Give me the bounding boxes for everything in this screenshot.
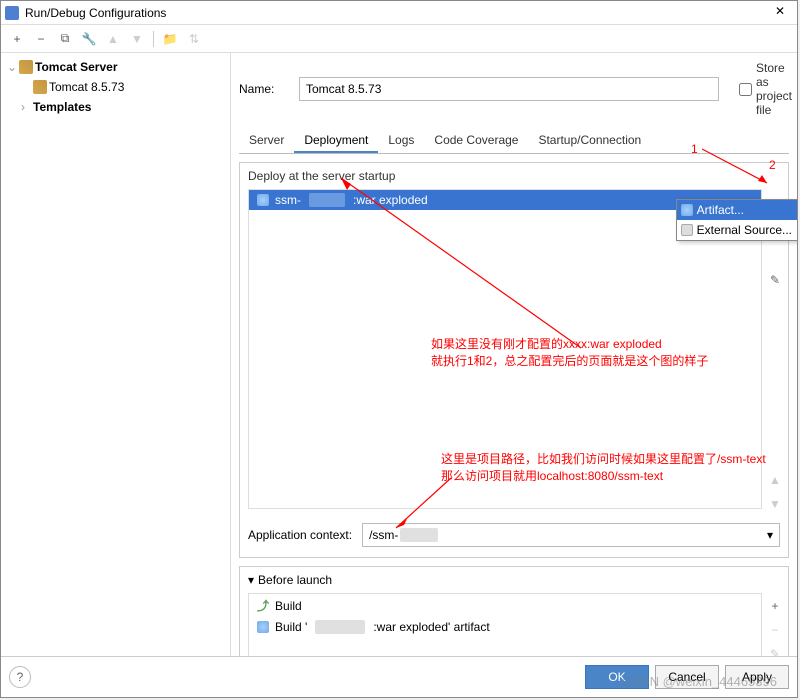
config-tree[interactable]: ⌄ Tomcat Server Tomcat 8.5.73 › Template… bbox=[1, 53, 231, 656]
tab-code-coverage[interactable]: Code Coverage bbox=[424, 129, 528, 153]
toolbar: + − ⧉ 🔧 ▲ ▼ 📁 ⇅ bbox=[1, 25, 797, 53]
copy-button[interactable]: ⧉ bbox=[55, 29, 75, 49]
up-artifact-button: ▲ bbox=[766, 471, 784, 489]
gear-icon[interactable]: ⚙ bbox=[796, 82, 797, 96]
add-button[interactable]: + bbox=[7, 29, 27, 49]
build-artifact-prefix: Build ' bbox=[275, 620, 307, 634]
external-icon bbox=[681, 224, 693, 236]
add-task-button[interactable]: + bbox=[766, 597, 784, 615]
add-popup-menu: Artifact... External Source... bbox=[676, 199, 797, 241]
app-context-select[interactable]: /ssm-x ▾ bbox=[362, 523, 780, 547]
tree-label: Tomcat Server bbox=[35, 60, 117, 74]
remove-button[interactable]: − bbox=[31, 29, 51, 49]
deploy-item-suffix: :war exploded bbox=[353, 193, 428, 207]
tab-server[interactable]: Server bbox=[239, 129, 294, 153]
bl-side-tools: + − ✎ bbox=[762, 593, 788, 656]
app-context-label: Application context: bbox=[248, 528, 352, 542]
store-as-project-checkbox[interactable]: Store as project file ⚙ bbox=[739, 61, 789, 117]
tomcat-icon bbox=[33, 80, 47, 94]
store-checkbox[interactable] bbox=[739, 83, 752, 96]
tab-bar: Server Deployment Logs Code Coverage Sta… bbox=[239, 129, 789, 154]
sort-icon: ⇅ bbox=[184, 29, 204, 49]
separator bbox=[153, 31, 154, 47]
popup-label: Artifact... bbox=[697, 203, 744, 217]
remove-task-button: − bbox=[766, 621, 784, 639]
tab-startup-connection[interactable]: Startup/Connection bbox=[528, 129, 651, 153]
tree-templates[interactable]: › Templates bbox=[3, 97, 228, 117]
footer: ? OK Cancel Apply bbox=[1, 656, 797, 697]
chevron-down-icon: ⌄ bbox=[7, 60, 17, 74]
before-launch-section: ▾ Before launch ⤴ Build Build ' xxx :war e… bbox=[239, 566, 789, 656]
popup-label: External Source... bbox=[697, 223, 792, 237]
deploy-header: Deploy at the server startup bbox=[240, 163, 788, 189]
artifact-icon bbox=[257, 621, 269, 633]
app-context-value: /ssm- bbox=[369, 528, 398, 542]
down-button: ▼ bbox=[127, 29, 147, 49]
redacted-text: xx bbox=[309, 193, 345, 207]
tree-tomcat-server[interactable]: ⌄ Tomcat Server bbox=[3, 57, 228, 77]
build-label: Build bbox=[275, 599, 302, 613]
popup-external[interactable]: External Source... bbox=[677, 220, 797, 240]
tab-logs[interactable]: Logs bbox=[378, 129, 424, 153]
edit-task-button: ✎ bbox=[766, 645, 784, 656]
before-launch-header[interactable]: ▾ Before launch bbox=[240, 567, 788, 593]
list-item[interactable]: Build ' xxx :war exploded' artifact bbox=[249, 617, 761, 637]
title-bar: Run/Debug Configurations ✕ bbox=[1, 1, 797, 25]
name-input[interactable] bbox=[299, 77, 719, 101]
folder-icon[interactable]: 📁 bbox=[160, 29, 180, 49]
tab-deployment[interactable]: Deployment bbox=[294, 129, 378, 153]
cancel-button[interactable]: Cancel bbox=[655, 665, 719, 689]
tomcat-icon bbox=[19, 60, 33, 74]
window-title: Run/Debug Configurations bbox=[25, 6, 767, 20]
build-icon: ⤴ bbox=[257, 597, 269, 614]
close-icon[interactable]: ✕ bbox=[767, 4, 793, 22]
before-launch-label: Before launch bbox=[258, 573, 332, 587]
chevron-right-icon: › bbox=[21, 100, 31, 114]
name-label: Name: bbox=[239, 82, 289, 96]
app-icon bbox=[5, 6, 19, 20]
popup-artifact[interactable]: Artifact... bbox=[677, 200, 797, 220]
deploy-item-prefix: ssm- bbox=[275, 193, 301, 207]
artifact-icon bbox=[681, 204, 693, 216]
tree-tomcat-item[interactable]: Tomcat 8.5.73 bbox=[3, 77, 228, 97]
down-artifact-button: ▼ bbox=[766, 495, 784, 513]
tree-label: Templates bbox=[33, 100, 91, 114]
chevron-down-icon: ▾ bbox=[767, 528, 773, 542]
edit-button[interactable]: ✎ bbox=[766, 271, 784, 289]
before-launch-list[interactable]: ⤴ Build Build ' xxx :war exploded' artifac… bbox=[248, 593, 762, 656]
ok-button[interactable]: OK bbox=[585, 665, 649, 689]
list-item[interactable]: ⤴ Build bbox=[249, 594, 761, 617]
redacted-text: xxx bbox=[315, 620, 365, 634]
redacted-text: x bbox=[400, 528, 438, 542]
chevron-down-icon: ▾ bbox=[248, 573, 254, 587]
help-button[interactable]: ? bbox=[9, 666, 31, 688]
apply-button[interactable]: Apply bbox=[725, 665, 789, 689]
artifact-icon bbox=[257, 194, 269, 206]
build-artifact-suffix: :war exploded' artifact bbox=[373, 620, 489, 634]
wrench-icon[interactable]: 🔧 bbox=[79, 29, 99, 49]
up-button: ▲ bbox=[103, 29, 123, 49]
tree-label: Tomcat 8.5.73 bbox=[49, 80, 124, 94]
store-label: Store as project file bbox=[756, 61, 792, 117]
